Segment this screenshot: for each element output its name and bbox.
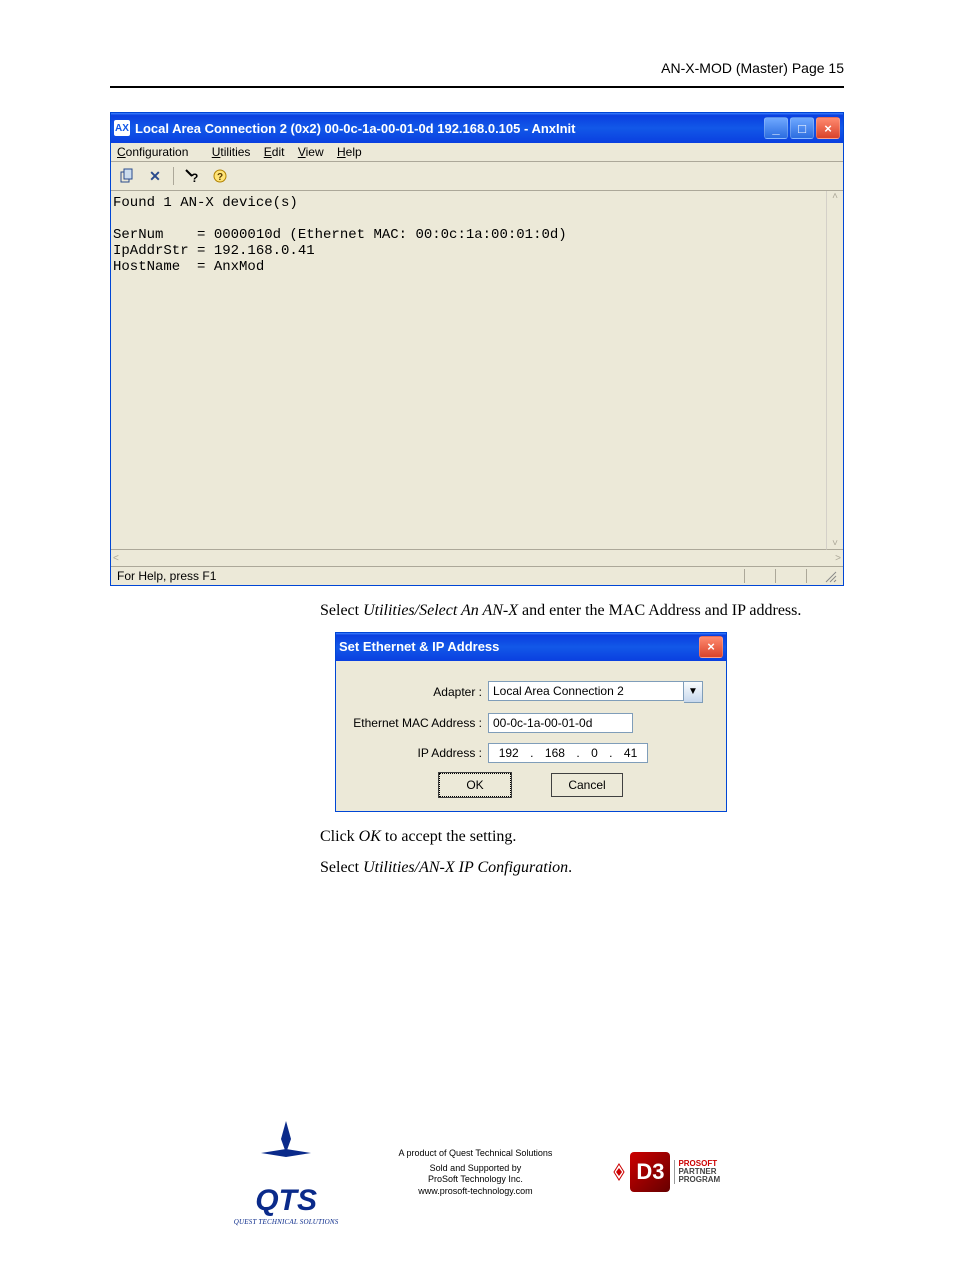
close-button[interactable]: ×	[816, 117, 840, 139]
dialog-title: Set Ethernet & IP Address	[339, 639, 699, 654]
menu-utilities[interactable]: Utilities	[212, 145, 251, 159]
ip-input[interactable]: 192. 168. 0. 41	[488, 743, 648, 763]
menu-configuration[interactable]: Configuration	[117, 145, 198, 159]
horizontal-scrollbar[interactable]: ˂ ˃	[111, 550, 843, 567]
adapter-label: Adapter :	[350, 685, 488, 699]
instruction-2: Click OK to accept the setting.	[320, 826, 844, 848]
menu-edit[interactable]: Edit	[264, 145, 285, 159]
scroll-up-icon[interactable]: ˄	[832, 191, 838, 202]
diamond-icon	[612, 1152, 626, 1192]
menu-view[interactable]: View	[298, 145, 324, 159]
cancel-button[interactable]: Cancel	[551, 773, 623, 797]
minimize-button[interactable]: _	[764, 117, 788, 139]
resize-grip-icon[interactable]	[806, 569, 837, 583]
page-footer: QTS QUEST TECHNICAL SOLUTIONS A product …	[110, 1119, 844, 1226]
svg-text:?: ?	[191, 171, 198, 184]
instruction-3: Select Utilities/AN-X IP Configuration.	[320, 857, 844, 879]
copy-icon[interactable]	[115, 165, 139, 187]
page-header: AN-X-MOD (Master) Page 15	[110, 60, 844, 98]
svg-text:?: ?	[217, 172, 223, 183]
delete-icon[interactable]: ✕	[143, 165, 167, 187]
window-title: Local Area Connection 2 (0x2) 00-0c-1a-0…	[135, 121, 764, 136]
dialog-titlebar[interactable]: Set Ethernet & IP Address ×	[336, 633, 726, 661]
scroll-left-icon[interactable]: ˂	[113, 553, 119, 564]
menu-bar: Configuration Utilities Edit View Help	[111, 143, 843, 162]
scroll-right-icon[interactable]: ˃	[835, 553, 841, 564]
dialog-close-button[interactable]: ×	[699, 636, 723, 658]
output-pane: Found 1 AN-X device(s) SerNum = 0000010d…	[111, 191, 826, 550]
titlebar[interactable]: AX Local Area Connection 2 (0x2) 00-0c-1…	[111, 113, 843, 143]
adapter-combo[interactable]: Local Area Connection 2 ▼	[488, 681, 703, 703]
footer-text: A product of Quest Technical Solutions S…	[399, 1148, 553, 1197]
mac-input[interactable]: 00-0c-1a-00-01-0d	[488, 713, 633, 733]
anxinit-window: AX Local Area Connection 2 (0x2) 00-0c-1…	[110, 112, 844, 586]
mac-label: Ethernet MAC Address :	[350, 716, 488, 730]
adapter-value[interactable]: Local Area Connection 2	[488, 681, 684, 701]
vertical-scrollbar[interactable]: ˄ ˅	[826, 191, 843, 550]
ok-button[interactable]: OK	[439, 773, 511, 797]
adapter-dropdown-icon[interactable]: ▼	[684, 681, 703, 703]
app-icon: AX	[114, 120, 130, 136]
status-bar: For Help, press F1	[111, 567, 843, 585]
qts-star-icon	[241, 1119, 331, 1179]
help-icon[interactable]: ?	[208, 165, 232, 187]
menu-help[interactable]: Help	[337, 145, 362, 159]
page-header-text: AN-X-MOD (Master) Page 15	[661, 60, 844, 76]
ip-label: IP Address :	[350, 746, 488, 760]
prosoft-logo: D3 PROSOFT PARTNER PROGRAM	[612, 1152, 720, 1192]
toolbar: ✕ ? ?	[111, 162, 843, 191]
set-ip-dialog: Set Ethernet & IP Address × Adapter : Lo…	[335, 632, 727, 812]
context-help-icon[interactable]: ?	[180, 165, 204, 187]
qts-logo: QTS QUEST TECHNICAL SOLUTIONS	[234, 1119, 339, 1226]
scroll-down-icon[interactable]: ˅	[832, 538, 838, 549]
status-text: For Help, press F1	[117, 569, 744, 583]
instruction-1: Select Utilities/Select An AN-X and ente…	[320, 600, 844, 622]
maximize-button[interactable]: □	[790, 117, 814, 139]
